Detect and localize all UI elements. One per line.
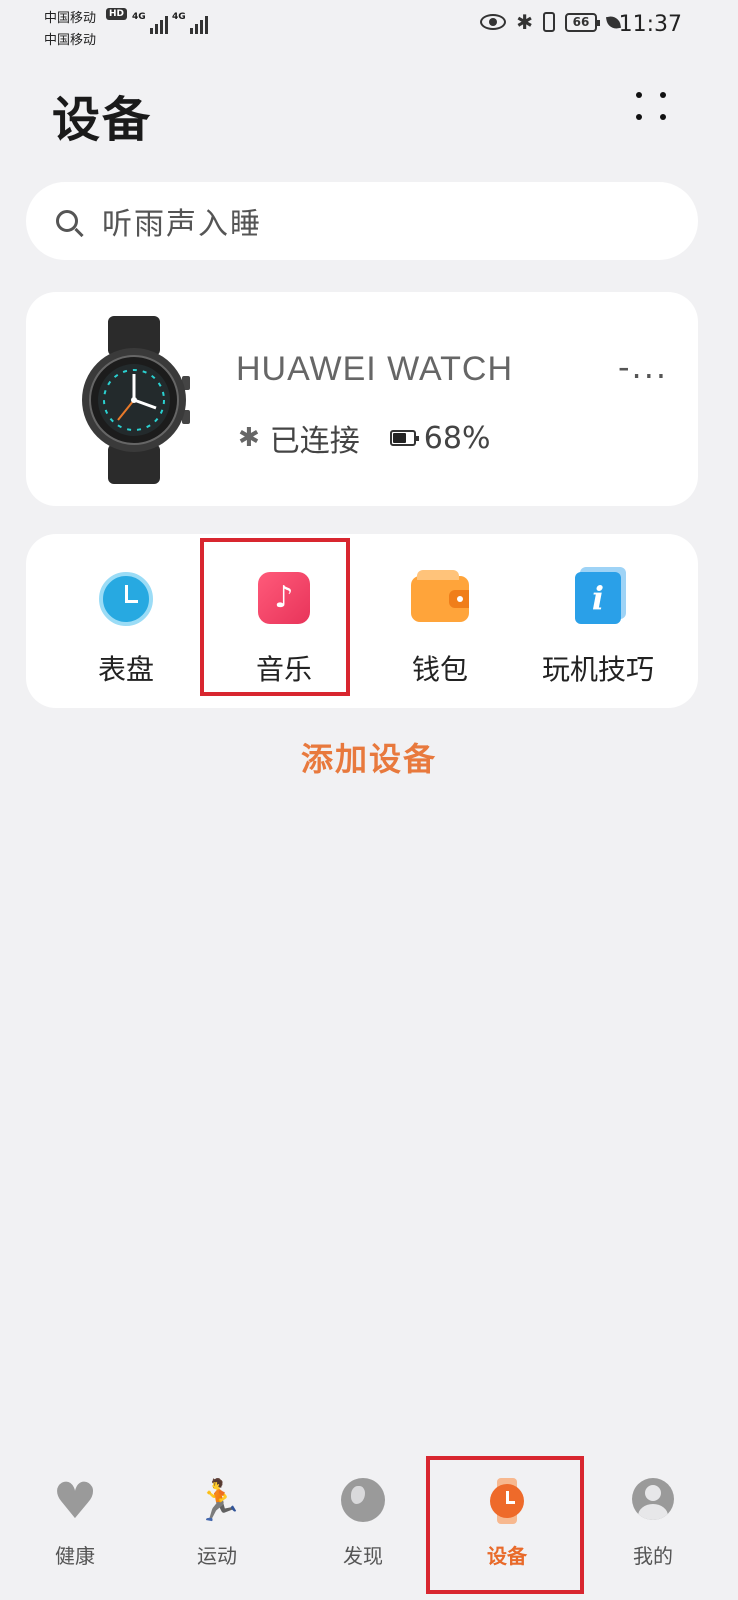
globe-icon <box>341 1478 385 1522</box>
shortcut-label: 玩机技巧 <box>541 653 654 686</box>
avatar-icon <box>632 1478 674 1520</box>
more-dots-icon[interactable] <box>636 92 670 122</box>
bottom-nav: ♥ 健康 🏃 运动 发现 设备 我的 <box>0 1462 738 1600</box>
tab-label: 发现 <box>343 1544 383 1568</box>
tab-label: 健康 <box>55 1544 95 1568</box>
tab-exercise[interactable]: 🏃 运动 <box>142 1462 292 1600</box>
signal-1-icon: 4G <box>132 12 168 34</box>
hd-badge: HD <box>106 8 128 20</box>
add-device-button[interactable]: 添加设备 <box>0 734 738 780</box>
watch-dial-icon <box>99 572 153 626</box>
clock: 11:37 <box>618 12 682 37</box>
carrier-1: 中国移动 <box>44 11 97 26</box>
vibrate-icon <box>543 12 555 32</box>
battery-icon: 66 <box>565 12 600 32</box>
page-title: 设备 <box>52 92 153 148</box>
eye-icon <box>480 14 507 30</box>
battery-icon <box>389 430 419 446</box>
tab-discover[interactable]: 发现 <box>288 1462 438 1600</box>
shortcut-card: 表盘 ♪ 音乐 钱包 i 玩机技巧 <box>26 534 698 708</box>
shortcut-label: 表盘 <box>97 653 154 686</box>
heart-icon: ♥ <box>52 1472 98 1530</box>
shortcut-wallet[interactable]: 钱包 <box>360 534 520 708</box>
device-card[interactable]: HUAWEI WATCH -... ✱ 已连接 68% <box>26 292 698 506</box>
battery-percent: 68% <box>423 420 491 456</box>
search-icon <box>56 210 78 232</box>
running-icon: 🏃 <box>194 1478 244 1524</box>
bluetooth-icon: ✱ <box>516 10 533 34</box>
watch-image <box>82 316 190 484</box>
highlight-music <box>200 538 350 696</box>
tab-label: 我的 <box>633 1544 673 1568</box>
connection-row: ✱ 已连接 68% <box>238 416 490 460</box>
search-bar[interactable]: 听雨声入睡 <box>26 182 698 260</box>
connection-status: 已连接 <box>269 424 360 459</box>
shortcut-watch-face[interactable]: 表盘 <box>46 534 206 708</box>
tab-health[interactable]: ♥ 健康 <box>0 1462 150 1600</box>
tab-label: 运动 <box>197 1544 237 1568</box>
shortcut-label: 钱包 <box>411 653 468 686</box>
signal-2-icon: 4G <box>172 12 208 34</box>
highlight-devices-tab <box>426 1456 584 1594</box>
tab-me[interactable]: 我的 <box>578 1462 728 1600</box>
wallet-icon <box>411 570 469 622</box>
status-bar: 中国移动 HD 中国移动 4G 4G ✱ 66 11:37 <box>0 0 738 52</box>
shortcut-tips[interactable]: i 玩机技巧 <box>518 534 678 708</box>
device-name-overflow: -... <box>618 348 669 386</box>
search-placeholder: 听雨声入睡 <box>102 207 262 242</box>
device-name: HUAWEI WATCH <box>236 350 514 388</box>
bluetooth-icon: ✱ <box>238 423 260 453</box>
status-icons: ✱ 66 <box>480 10 622 34</box>
carrier-2: 中国移动 <box>44 33 97 48</box>
tips-icon: i <box>575 572 621 624</box>
